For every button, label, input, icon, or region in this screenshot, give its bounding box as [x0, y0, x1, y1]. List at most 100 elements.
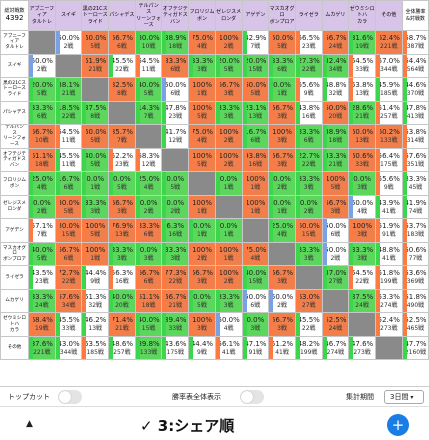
- matchup-cell[interactable]: 48.2% 199戦: [294, 335, 323, 361]
- row-label[interactable]: ライゼラ: [0, 265, 29, 290]
- matchup-cell[interactable]: 100% 1戦: [81, 241, 110, 267]
- matchup-cell[interactable]: 40.0% 20戦: [108, 288, 136, 314]
- matchup-cell[interactable]: 82.5% 8戦: [108, 77, 136, 102]
- matchup-cell[interactable]: 45.5% 33戦: [54, 312, 83, 337]
- matchup-cell[interactable]: 100% 5戦: [188, 100, 216, 125]
- matchup-cell[interactable]: 54.5% 11戦: [54, 124, 83, 149]
- row-label[interactable]: ムカゲリ: [0, 288, 29, 314]
- column-header[interactable]: ゼレジスメ ロンダ: [214, 0, 243, 31]
- matchup-cell[interactable]: 53.3% 274戦: [374, 288, 403, 314]
- matchup-cell[interactable]: 22.7% 22戦: [294, 147, 323, 173]
- matchup-cell[interactable]: 0.0% 2戦: [161, 194, 190, 220]
- matchup-cell[interactable]: 75.0% 4戦: [188, 30, 216, 55]
- matchup-cell[interactable]: 60.0% 15戦: [294, 218, 323, 243]
- matchup-cell[interactable]: 40.0% 15戦: [241, 265, 270, 290]
- matchup-cell[interactable]: 43.5% 23戦: [28, 265, 56, 290]
- matchup-cell[interactable]: 76.9% 13戦: [108, 218, 136, 243]
- matchup-cell[interactable]: 66.7% 3戦: [268, 147, 296, 173]
- matchup-cell[interactable]: 56.4% 175戦: [374, 147, 403, 173]
- matchup-cell[interactable]: 61.9% 21戦: [81, 53, 110, 78]
- matchup-cell[interactable]: 50.0% 2戦: [321, 241, 350, 267]
- matchup-cell[interactable]: 28.6% 21戦: [348, 100, 376, 125]
- matchup-cell[interactable]: 0.0% 5戦: [108, 171, 136, 196]
- matchup-cell[interactable]: 50.0% 4戦: [214, 312, 243, 337]
- matchup-cell[interactable]: 33.3% 3戦: [188, 53, 216, 78]
- matchup-cell[interactable]: 16.7% 6戦: [54, 171, 83, 196]
- column-header[interactable]: スイギ: [54, 0, 83, 31]
- matchup-cell[interactable]: 66.7% 10戦: [28, 124, 56, 149]
- matchup-cell[interactable]: 60.0% 5戦: [81, 30, 110, 55]
- matchup-cell[interactable]: 39.8% 133戦: [134, 335, 163, 361]
- matchup-cell[interactable]: 57.1% 7戦: [28, 218, 56, 243]
- matchup-cell[interactable]: 0.0% 1戦: [214, 171, 243, 196]
- matchup-cell[interactable]: 14.3% 7戦: [134, 100, 163, 125]
- matchup-cell[interactable]: 53.6% 369戦: [401, 265, 429, 290]
- matchup-cell[interactable]: 66.7% 3戦: [268, 100, 296, 125]
- matchup-cell[interactable]: 0.0% 2戦: [134, 194, 163, 220]
- column-header[interactable]: フロリジム ボン: [188, 0, 216, 31]
- matchup-cell[interactable]: 100% 5戦: [188, 147, 216, 173]
- matchup-cell[interactable]: 0.0% 2戦: [28, 194, 56, 220]
- matchup-cell[interactable]: 72.7% 22戦: [54, 265, 83, 290]
- matchup-cell[interactable]: 57.0% 344戦: [374, 53, 403, 78]
- matchup-cell[interactable]: 52.2% 23戦: [108, 147, 136, 173]
- matchup-cell[interactable]: 60.0% 5戦: [81, 124, 110, 149]
- matchup-cell[interactable]: 50.0% 2戦: [268, 288, 296, 314]
- matchup-cell[interactable]: 0.0% 5戦: [161, 171, 190, 196]
- matchup-cell[interactable]: 54.5% 22戦: [348, 265, 376, 290]
- matchup-cell[interactable]: 44.4% 9戦: [81, 265, 110, 290]
- matchup-cell[interactable]: 33.3% 3戦: [348, 241, 376, 267]
- matchup-cell[interactable]: 41.7% 12戦: [161, 124, 190, 149]
- matchup-cell[interactable]: 0.0% 3戦: [241, 312, 270, 337]
- matchup-cell[interactable]: 53.8% 314戦: [401, 124, 429, 149]
- matchup-cell[interactable]: 18.5% 22戦: [54, 100, 83, 125]
- matchup-cell[interactable]: 77.3% 22戦: [161, 265, 190, 290]
- matchup-cell[interactable]: 0.0% 1戦: [214, 218, 243, 243]
- matchup-cell[interactable]: 45.9% 185戦: [374, 77, 403, 102]
- top-cut-toggle[interactable]: [58, 390, 82, 404]
- matchup-cell[interactable]: 62.4% 221戦: [374, 30, 403, 55]
- matchup-cell[interactable]: 33.3% 3戦: [214, 100, 243, 125]
- matchup-cell[interactable]: 50.0% 4戦: [348, 194, 376, 220]
- matchup-cell[interactable]: 54.5% 11戦: [134, 53, 163, 78]
- matchup-cell[interactable]: 40.0% 5戦: [81, 147, 110, 173]
- matchup-cell[interactable]: 100% 1戦: [241, 194, 270, 220]
- matchup-cell[interactable]: 37.5% 24戦: [348, 288, 376, 314]
- matchup-cell[interactable]: 53.7% 183戦: [401, 218, 429, 243]
- matchup-cell[interactable]: 83.3% 6戦: [161, 53, 190, 78]
- matchup-cell[interactable]: 66.7% 6戦: [108, 30, 136, 55]
- matchup-cell[interactable]: 0.0% 5戦: [188, 288, 216, 314]
- matchup-cell[interactable]: 45.5% 22戦: [108, 53, 136, 78]
- matchup-cell[interactable]: 56.5% 23戦: [294, 30, 323, 55]
- add-button[interactable]: +: [387, 414, 409, 436]
- matchup-cell[interactable]: 39.4% 33戦: [161, 312, 190, 337]
- matchup-cell[interactable]: 33.3% 24戦: [28, 288, 56, 314]
- matchup-cell[interactable]: 93.8% 16戦: [241, 147, 270, 173]
- matchup-cell[interactable]: 48.6% 257戦: [108, 335, 136, 361]
- matchup-cell[interactable]: 46.7% 274戦: [321, 335, 350, 361]
- column-header[interactable]: パシャデス: [108, 0, 136, 31]
- matchup-cell[interactable]: 47.7% 2160戦: [401, 335, 429, 361]
- matchup-cell[interactable]: 75.0% 4戦: [241, 241, 270, 267]
- row-label[interactable]: アゲデン: [0, 218, 29, 243]
- matchup-cell[interactable]: 31.6% 19戦: [348, 30, 376, 55]
- period-select[interactable]: 3日間 ▾: [384, 390, 424, 404]
- matchup-cell[interactable]: 43.8% 16戦: [294, 100, 323, 125]
- matchup-cell[interactable]: 38.1% 21戦: [54, 77, 83, 102]
- matchup-cell[interactable]: 42.9% 7戦: [241, 30, 270, 55]
- matchup-cell[interactable]: 20.0% 15戦: [241, 53, 270, 78]
- matchup-cell[interactable]: 0.0% 2戦: [294, 194, 323, 220]
- matchup-cell[interactable]: 47.1% 91戦: [241, 335, 270, 361]
- matchup-cell[interactable]: 51.4% 257戦: [374, 100, 403, 125]
- matchup-cell[interactable]: 43.9% 41戦: [374, 194, 403, 220]
- matchup-cell[interactable]: 45.5% 11戦: [54, 147, 83, 173]
- matchup-cell[interactable]: 66.7% 3戦: [268, 265, 296, 290]
- matchup-cell[interactable]: 53.8% 13戦: [348, 77, 376, 102]
- row-label[interactable]: スイギ: [0, 53, 29, 78]
- matchup-cell[interactable]: 33.3% 21戦: [321, 147, 350, 173]
- matchup-cell[interactable]: 62.5% 24戦: [321, 312, 350, 337]
- matchup-cell[interactable]: 52.5% 465戦: [401, 312, 429, 337]
- matchup-cell[interactable]: 52.4% 273戦: [374, 312, 403, 337]
- matchup-cell[interactable]: 27.3% 22戦: [294, 53, 323, 78]
- matchup-cell[interactable]: 66.7% 3戦: [268, 312, 296, 337]
